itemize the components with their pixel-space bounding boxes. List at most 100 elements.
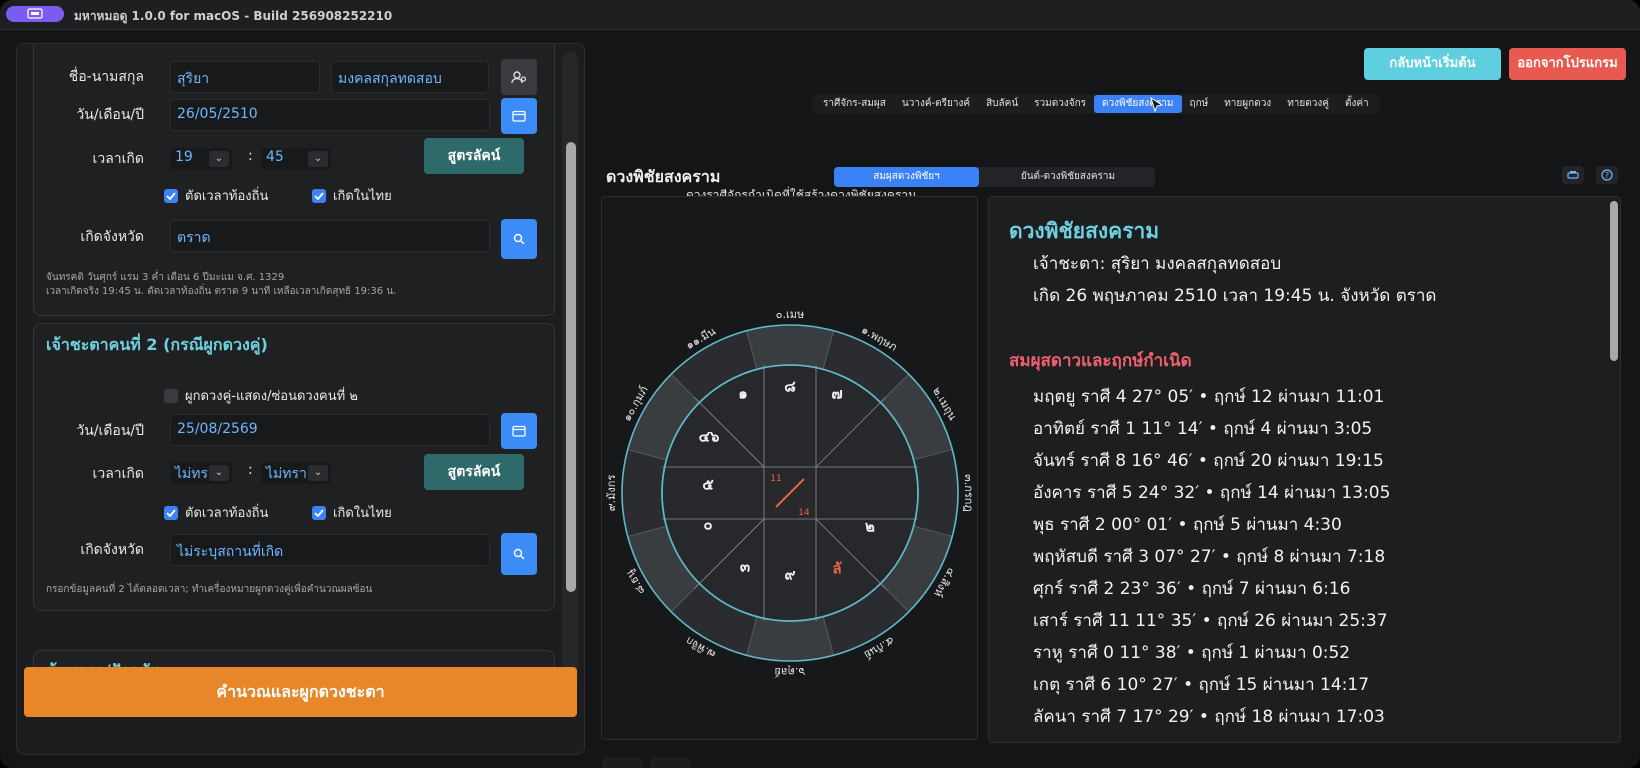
calendar-icon [512, 425, 526, 437]
province-field[interactable]: ตราด [170, 220, 490, 252]
ring-segment [746, 616, 834, 662]
sutra-lagna-button-2[interactable]: สูตรลัคน์ [424, 454, 524, 490]
planet-row: ลัคนา ราศี 7 17° 29′ • ฤกษ์ 18 ผ่านมา 17… [1033, 707, 1385, 727]
time-colon: : [248, 148, 253, 164]
born-thai-label-2: เกิดในไทย [333, 506, 392, 521]
input-scroll-area[interactable]: ชื่อ-นามสกุล สุริยา มงคลสกุลทดสอบ วัน/เด… [17, 44, 569, 692]
tab-zodiac[interactable]: ราศีจักร-สมผุส [815, 95, 894, 113]
hour-select[interactable]: 19 ⌄ [170, 148, 232, 170]
time-label-2: เวลาเกิด [92, 466, 144, 482]
report-owner: เจ้าชะตา: สุริยา มงคลสกุลทดสอบ [1033, 254, 1282, 274]
calendar-icon [512, 110, 526, 122]
born-thai-checkbox-2[interactable]: เกิดในไทย [312, 502, 392, 523]
svg-text:?: ? [1605, 171, 1609, 180]
planet-row: อาทิตย์ ราศี 1 11° 14′ • ฤกษ์ 4 ผ่านมา 3… [1033, 419, 1373, 439]
app-menu-pill[interactable] [6, 6, 64, 22]
house-cell-label: ๔๖ [699, 428, 720, 446]
person2-card: เจ้าชะตาคนที่ 2 (กรณีผูกดวงคู่) ผูกดวงคู… [33, 323, 555, 611]
app-window: มหาหมอดู 1.0.0 for macOS - Build 2569082… [0, 0, 1640, 768]
sign-label: ๖.ตุลย์ [775, 665, 806, 678]
report-subtitle: สมผุสดาวและฤกษ์กำเนิด [1009, 351, 1192, 371]
chevron-down-icon: ⌄ [308, 151, 328, 167]
born-thai-checkbox[interactable]: เกิดในไทย [312, 185, 392, 206]
province-search-button-2[interactable] [501, 533, 537, 575]
birth-date-field[interactable]: 26/05/2510 [170, 99, 490, 131]
checkbox-checked-icon [312, 505, 326, 520]
bottom-tool-button[interactable] [650, 757, 690, 768]
exit-button[interactable]: ออกจากโปรแกรม [1509, 48, 1626, 80]
center-bottom-number: 14 [798, 508, 810, 518]
local-time-checkbox-2[interactable]: ตัดเวลาท้องถิ่น [164, 502, 268, 523]
main-tabs: ราศีจักร-สมผุส นวางค์-ตรียางค์ สิบลัคน์ … [812, 94, 1380, 114]
planet-row: พฤหัสบดี ราศี 3 07° 27′ • ฤกษ์ 8 ผ่านมา … [1033, 547, 1386, 567]
tab-ten-lagna[interactable]: สิบลัคน์ [978, 95, 1026, 113]
app-icon [27, 8, 43, 19]
print-icon [1567, 171, 1579, 179]
born-thai-label: เกิดในไทย [333, 189, 392, 204]
minute-select[interactable]: 45 ⌄ [261, 148, 331, 170]
province-search-button[interactable] [501, 219, 537, 259]
tab-reading[interactable]: ทายผูกดวง [1216, 95, 1279, 113]
tab-auspicious-time[interactable]: ฤกษ์ [1182, 95, 1217, 113]
zodiac-wheel: ๐.เมษ๑๑.มีน๑๐.กุมภ์๙.มังกร๘.ธนู๗.พิจิก๖.… [605, 308, 975, 678]
sutra-lagna-button[interactable]: สูตรลัคน์ [424, 138, 524, 174]
sign-label: ๙.มังกร [605, 475, 618, 512]
house-cell-label: ๒ [865, 518, 875, 536]
person1-card: ชื่อ-นามสกุล สุริยา มงคลสกุลทดสอบ วัน/เด… [33, 44, 555, 316]
planet-row: มฤตยู ราศี 4 27° 05′ • ฤกษ์ 12 ผ่านมา 11… [1033, 387, 1385, 407]
help-button[interactable]: ? [1596, 166, 1618, 184]
person-lookup-button[interactable] [501, 59, 537, 95]
tab-combined-chart[interactable]: รวมดวงจักร [1026, 95, 1094, 113]
window-title: มหาหมอดู 1.0.0 for macOS - Build 2569082… [74, 9, 393, 23]
home-button[interactable]: กลับหน้าเริ่มต้น [1364, 48, 1501, 80]
house-cell-label: ๙ [785, 566, 796, 584]
report-title: ดวงพิชัยสงคราม [1009, 219, 1160, 243]
input-panel: ชื่อ-นามสกุล สุริยา มงคลสกุลทดสอบ วัน/เด… [16, 43, 585, 755]
house-cell-label: ๓ [740, 558, 750, 576]
report-born: เกิด 26 พฤษภาคม 2510 เวลา 19:45 น. จังหว… [1033, 286, 1437, 306]
birth-date-field-2[interactable]: 25/08/2569 [170, 414, 490, 446]
minute-select-2[interactable]: ไม่ทรา ⌄ [261, 462, 331, 484]
last-name-field[interactable]: มงคลสกุลทดสอบ [331, 61, 489, 93]
date-picker-button-2[interactable] [501, 413, 537, 449]
planet-row: อังคาร ราศี 5 24° 32′ • ฤกษ์ 14 ผ่านมา 1… [1033, 483, 1391, 503]
report-scrollbar[interactable] [1610, 201, 1618, 361]
subtab-positions[interactable]: สมผุสดวงพิชัยฯ [834, 167, 979, 187]
local-time-label: ตัดเวลาท้องถิ่น [185, 189, 269, 204]
tab-pichai-songkram[interactable]: ดวงพิชัยสงคราม [1094, 95, 1182, 113]
house-cell-label: ๑ [738, 385, 748, 403]
calculate-button[interactable]: คำนวณและผูกดวงชะตา [24, 667, 577, 717]
search-icon [513, 548, 525, 560]
planet-row: จันทร์ ราศี 8 16° 46′ • ฤกษ์ 20 ผ่านมา 1… [1033, 451, 1384, 471]
checkbox-checked-icon [312, 188, 326, 203]
tab-couple-reading[interactable]: ทายดวงคู่ [1279, 95, 1337, 113]
name-label: ชื่อ-นามสกุล [68, 69, 144, 85]
date-picker-button[interactable] [501, 98, 537, 134]
print-button[interactable] [1562, 166, 1584, 184]
tab-settings[interactable]: ตั้งค่า [1337, 95, 1377, 113]
local-time-checkbox[interactable]: ตัดเวลาท้องถิ่น [164, 185, 268, 206]
hour-select-2[interactable]: ไม่ทรา ⌄ [170, 462, 232, 484]
center-top-number: 11 [770, 474, 781, 484]
time-colon-2: : [248, 462, 253, 478]
planet-row: พุธ ราศี 2 00° 01′ • ฤกษ์ 5 ผ่านมา 4:30 [1033, 515, 1342, 535]
subtab-yantra[interactable]: ยันต์-ดวงพิชัยสงคราม [984, 167, 1152, 187]
planet-row: เสาร์ ราศี 11 11° 35′ • ฤกษ์ 26 ผ่านมา 2… [1033, 611, 1388, 631]
checkbox-checked-icon [164, 188, 178, 203]
date-label-2: วัน/เดือน/ปี [76, 423, 144, 439]
sign-label: ๓.กรกฎ [962, 474, 975, 512]
bottom-tool-button[interactable] [602, 757, 642, 768]
tab-navamsa[interactable]: นวางค์-ตรียางค์ [894, 95, 978, 113]
birth-time-note: เวลาเกิดจริง 19:45 น. ตัดเวลาท้องถิ่น ตร… [46, 286, 397, 297]
scrollbar-thumb[interactable] [566, 142, 576, 592]
first-name-field[interactable]: สุริยา [170, 61, 320, 93]
report-panel[interactable]: ดวงพิชัยสงคราม เจ้าชะตา: สุริยา มงคลสกุล… [988, 196, 1621, 743]
chevron-down-icon: ⌄ [209, 465, 229, 481]
province-field-2[interactable]: ไม่ระบุสถานที่เกิด [170, 534, 490, 566]
province-label: เกิดจังหวัด [80, 229, 144, 245]
couple-toggle-checkbox[interactable]: ผูกดวงคู่-แสดง/ซ่อนดวงคนที่ ๒ [164, 385, 358, 406]
house-cell-label: ลั [832, 560, 842, 578]
date-label: วัน/เดือน/ปี [76, 107, 144, 123]
person2-note: กรอกข้อมูลคนที่ 2 ได้ตลอดเวลา; ทำเครื่อง… [46, 584, 373, 595]
lunar-date-note: จันทรคติ วันศุกร์ แรม 3 ค่ำ เดือน 6 ปีมะ… [46, 272, 285, 283]
